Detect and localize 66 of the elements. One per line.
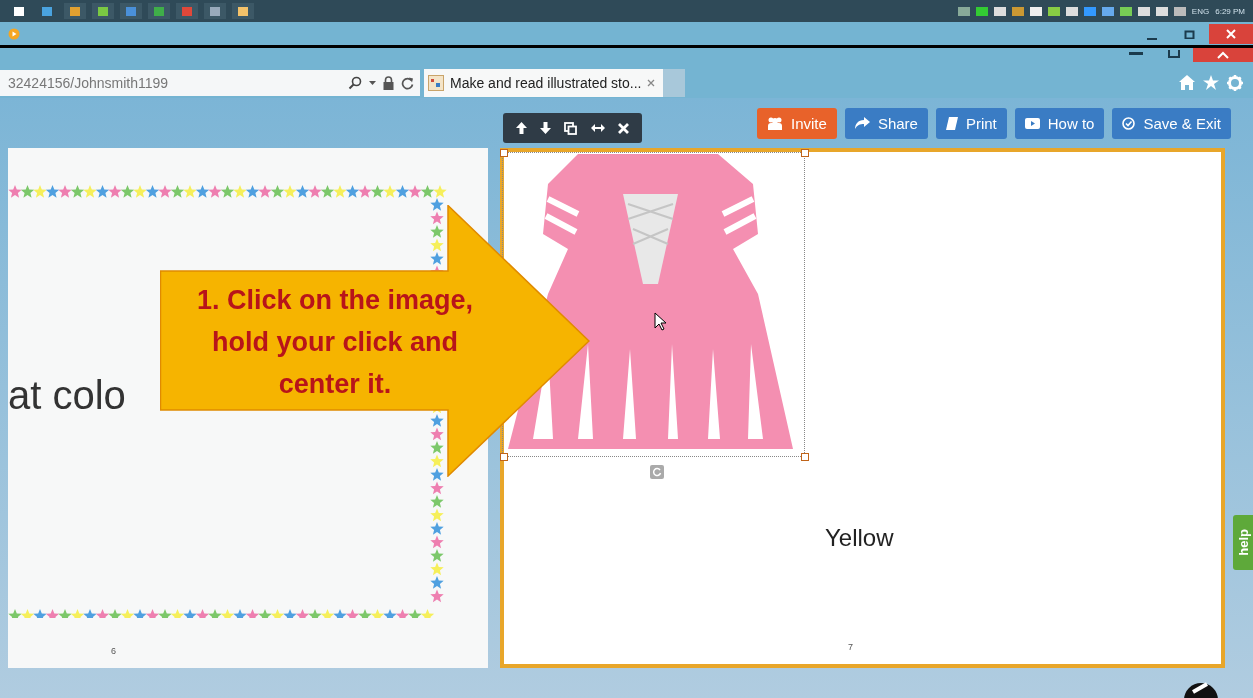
cursor-icon — [654, 312, 667, 331]
page-number: 7 — [848, 642, 853, 652]
resize-handle[interactable] — [801, 453, 809, 461]
toolbar-button[interactable]: Share — [844, 107, 928, 139]
clock-time[interactable]: 6:29 PM — [1215, 6, 1245, 16]
toolbar-button[interactable]: Invite — [757, 107, 837, 139]
callout-text: 1. Click on the image, hold your click and center it. — [195, 284, 475, 401]
taskbar-app-icon[interactable] — [204, 3, 226, 19]
toolbar-button[interactable]: Print — [935, 107, 1007, 139]
help-tab[interactable]: help — [1233, 515, 1253, 570]
resize-handle[interactable] — [500, 149, 508, 157]
tray-icon[interactable] — [1065, 6, 1078, 16]
app-logo-icon — [8, 27, 20, 40]
tray-icon[interactable] — [1137, 6, 1150, 16]
check-circle-icon — [1122, 116, 1136, 130]
language-indicator[interactable]: ENG — [1191, 6, 1210, 16]
tray-icon[interactable] — [1011, 6, 1024, 16]
close-button[interactable] — [1209, 23, 1253, 44]
share-arrow-icon — [854, 117, 870, 129]
tray-icon[interactable] — [957, 6, 970, 16]
tray-icon[interactable] — [1029, 6, 1042, 16]
site-favicon-icon — [428, 75, 444, 91]
page-text: at colo — [8, 373, 126, 418]
dropdown-icon[interactable] — [369, 81, 376, 85]
tray-icon[interactable] — [1047, 6, 1060, 16]
taskbar-app-icon[interactable] — [64, 3, 86, 19]
caret-up-icon — [1217, 51, 1229, 59]
toolbar-button[interactable]: How to — [1014, 107, 1105, 139]
tray-icon[interactable] — [1173, 6, 1186, 16]
pencil-icon[interactable] — [1183, 682, 1219, 698]
search-icon[interactable] — [348, 76, 362, 90]
close-icon — [1226, 28, 1236, 39]
taskbar-app-icon[interactable] — [232, 3, 254, 19]
star-icon[interactable] — [1203, 75, 1219, 90]
tray-icon[interactable] — [1119, 6, 1132, 16]
close-tab-icon[interactable] — [647, 79, 656, 87]
lock-icon — [383, 76, 394, 90]
tray-icon[interactable] — [975, 6, 988, 16]
resize-horizontal-icon[interactable] — [590, 124, 605, 132]
people-icon — [767, 116, 784, 130]
page-number: 6 — [111, 646, 116, 656]
tray-icon[interactable] — [1101, 6, 1114, 16]
resize-handle[interactable] — [801, 149, 809, 157]
address-field[interactable]: 32424156/Johnsmith1199 — [0, 70, 420, 96]
close-icon[interactable] — [618, 122, 630, 134]
rotate-icon[interactable] — [650, 465, 664, 479]
minimize-icon — [1147, 37, 1157, 40]
resize-handle[interactable] — [500, 453, 508, 461]
browser-tab[interactable]: Make and read illustrated sto... — [424, 69, 664, 97]
tray-icon[interactable] — [993, 6, 1006, 16]
arrow-up-icon[interactable] — [515, 122, 527, 134]
restore-icon — [1168, 50, 1180, 58]
copy-icon[interactable] — [564, 121, 578, 135]
page-text: Yellow — [825, 524, 894, 552]
taskbar-app-icon[interactable] — [120, 3, 142, 19]
video-icon — [1024, 117, 1040, 129]
refresh-icon[interactable] — [401, 76, 414, 90]
tray-icon[interactable] — [1155, 6, 1168, 16]
taskbar-app-icon[interactable] — [92, 3, 114, 19]
story-page[interactable]: 7 Yellow — [500, 148, 1225, 668]
minimize-icon — [1129, 52, 1143, 56]
restore-icon — [1184, 28, 1196, 39]
toolbar-button[interactable]: Save & Exit — [1112, 107, 1231, 139]
collapse-button[interactable] — [1193, 48, 1253, 62]
taskbar-app-icon[interactable] — [148, 3, 170, 19]
arrow-down-icon[interactable] — [540, 122, 552, 134]
